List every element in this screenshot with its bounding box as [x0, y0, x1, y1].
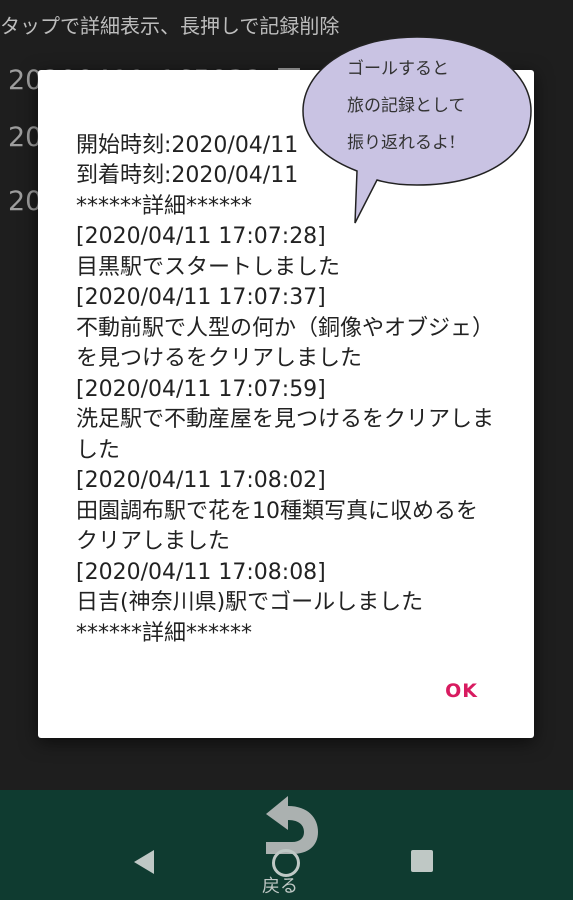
- balloon-line: ゴールすると: [347, 59, 449, 79]
- log-entry: 田園調布駅で花を10種類写真に収めるをクリアしました: [76, 498, 478, 555]
- return-label: 戻る: [262, 876, 298, 897]
- detail-separator: ******詳細******: [76, 193, 253, 219]
- speech-balloon: ゴールすると 旅の記録として 振り返れるよ!: [299, 33, 535, 233]
- log-timestamp: [2020/04/11 17:07:28]: [76, 224, 326, 249]
- detail-separator: ******詳細******: [76, 620, 253, 646]
- hint-text: タップで詳細表示、長押しで記録削除: [0, 14, 340, 38]
- arrival-time-line: 到着時刻:2020/04/11: [76, 163, 299, 188]
- balloon-line: 旅の記録として: [347, 96, 466, 116]
- ok-button[interactable]: OK: [445, 680, 478, 702]
- screen: タップで詳細表示、長押しで記録削除 20200411_165032_田 20 2…: [0, 0, 573, 900]
- balloon-text: ゴールすると 旅の記録として 振り返れるよ!: [347, 51, 522, 162]
- log-entry: 洗足駅で不動産屋を見つけるをクリアしました: [76, 407, 495, 463]
- log-timestamp: [2020/04/11 17:07:59]: [76, 376, 326, 402]
- navigation-bar: 戻る: [0, 790, 573, 900]
- recent-apps-square-icon[interactable]: [411, 850, 433, 872]
- log-entry: 目黒駅でスタートしました: [76, 254, 341, 280]
- log-entry: 日吉(神奈川県)駅でゴールしました: [76, 590, 424, 615]
- log-timestamp: [2020/04/11 17:08:08]: [76, 559, 326, 585]
- log-timestamp: [2020/04/11 17:08:02]: [76, 468, 326, 493]
- log-timestamp: [2020/04/11 17:07:37]: [76, 285, 326, 310]
- start-time-line: 開始時刻:2020/04/11: [76, 132, 299, 158]
- return-arrow-icon[interactable]: [252, 794, 322, 856]
- back-triangle-icon[interactable]: [134, 850, 154, 874]
- balloon-line: 振り返れるよ!: [347, 133, 456, 153]
- log-entry: 不動前駅で人型の何か（銅像やオブジェ）を見つけるをクリアしました: [76, 315, 495, 372]
